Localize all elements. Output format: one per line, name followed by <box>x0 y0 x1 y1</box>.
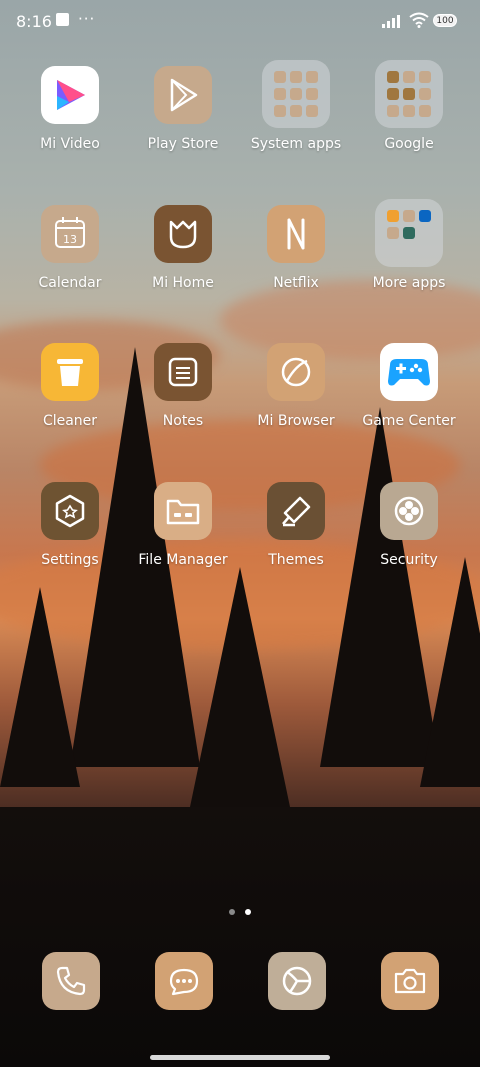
app-settings[interactable]: Settings <box>14 482 126 602</box>
more-apps-folder-icon <box>375 199 443 267</box>
folder-system-apps[interactable]: System apps <box>240 60 352 180</box>
mi-video-icon <box>41 66 99 124</box>
dock-chrome[interactable] <box>268 952 326 1010</box>
calendar-date: 13 <box>63 233 77 246</box>
notification-icon <box>56 13 69 26</box>
app-label: Mi Home <box>152 275 214 291</box>
notes-icon <box>154 343 212 401</box>
app-label: Themes <box>268 552 324 568</box>
app-notes[interactable]: Notes <box>127 343 239 463</box>
dock-camera[interactable] <box>381 952 439 1010</box>
game-center-icon <box>380 343 438 401</box>
app-label: Mi Browser <box>257 413 335 429</box>
app-file-manager[interactable]: File Manager <box>127 482 239 602</box>
app-play-store[interactable]: Play Store <box>127 66 239 186</box>
dock-messages[interactable] <box>155 952 213 1010</box>
browser-icon <box>267 343 325 401</box>
folder-google[interactable]: Google <box>353 60 465 180</box>
mi-home-icon <box>154 205 212 263</box>
app-label: Game Center <box>362 413 456 429</box>
app-label: Google <box>384 136 434 152</box>
app-label: Play Store <box>147 136 219 152</box>
google-chrome-icon <box>282 966 312 996</box>
themes-icon <box>267 482 325 540</box>
app-game-center[interactable]: Game Center <box>353 343 465 463</box>
signal-icon <box>382 15 400 28</box>
app-security[interactable]: Security <box>353 482 465 602</box>
dock-phone[interactable] <box>42 952 100 1010</box>
wifi-icon <box>409 12 429 28</box>
home-indicator[interactable] <box>150 1055 330 1060</box>
app-label: Cleaner <box>42 413 98 429</box>
clock: 8:16 <box>16 12 52 31</box>
google-folder-icon <box>375 60 443 128</box>
more-notifications-icon: ··· <box>78 10 96 28</box>
netflix-icon <box>267 205 325 263</box>
app-mi-home[interactable]: Mi Home <box>127 205 239 325</box>
app-label: Notes <box>162 413 204 429</box>
app-cleaner[interactable]: Cleaner <box>14 343 126 463</box>
phone-icon <box>56 966 86 996</box>
camera-icon <box>394 968 426 994</box>
folder-more-apps[interactable]: More apps <box>353 199 465 319</box>
app-calendar[interactable]: 13 Calendar <box>14 205 126 325</box>
status-bar: 8:16 ··· 100 <box>0 0 480 44</box>
security-icon <box>380 482 438 540</box>
calendar-icon: 13 <box>41 205 99 263</box>
app-mi-browser[interactable]: Mi Browser <box>240 343 352 463</box>
settings-icon <box>41 482 99 540</box>
system-apps-folder-icon <box>262 60 330 128</box>
app-label: More apps <box>372 275 446 291</box>
battery-icon: 100 <box>433 14 457 27</box>
battery-level: 100 <box>436 16 454 26</box>
app-mi-video[interactable]: Mi Video <box>14 66 126 186</box>
cleaner-icon <box>41 343 99 401</box>
file-manager-icon <box>154 482 212 540</box>
play-store-icon <box>154 66 212 124</box>
app-label: Calendar <box>38 275 102 291</box>
app-label: Netflix <box>273 275 319 291</box>
app-netflix[interactable]: Netflix <box>240 205 352 325</box>
app-label: Mi Video <box>40 136 100 152</box>
messages-icon <box>169 968 199 996</box>
app-label: Settings <box>41 552 99 568</box>
page-dot-2-active[interactable] <box>245 909 251 915</box>
app-themes[interactable]: Themes <box>240 482 352 602</box>
app-label: System apps <box>250 136 342 152</box>
app-label: File Manager <box>138 552 228 568</box>
page-dot-1[interactable] <box>229 909 235 915</box>
app-label: Security <box>380 552 438 568</box>
